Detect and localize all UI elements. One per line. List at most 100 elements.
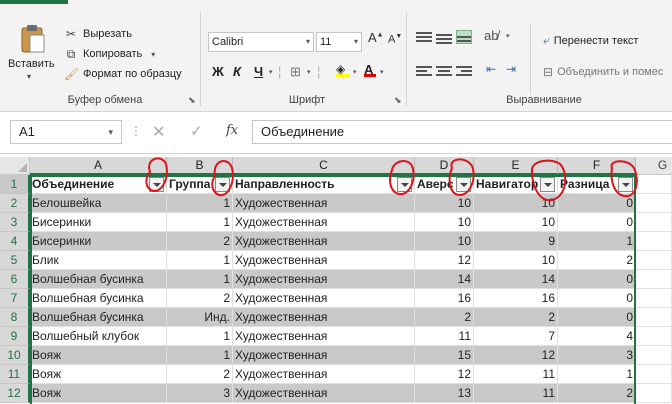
row-header-10[interactable]: 10 [0,346,30,365]
table-cell[interactable]: 1 [558,365,636,384]
table-cell[interactable]: Вояж [30,346,167,365]
table-cell[interactable]: 12 [415,251,474,270]
table-cell[interactable]: Художественная [233,251,415,270]
row-header-5[interactable]: 5 [0,251,30,270]
column-header-g[interactable]: G [636,157,672,175]
clipboard-launcher-icon[interactable]: ⬊ [188,95,196,106]
more-icon[interactable]: ⋮ [130,124,142,138]
align-bottom-icon[interactable] [456,30,472,44]
align-right-icon[interactable] [456,64,472,78]
table-cell[interactable]: 10 [474,194,558,213]
cell-g[interactable] [636,251,672,270]
table-cell[interactable]: 3 [167,384,233,403]
column-header-a[interactable]: A [30,157,167,175]
paste-button[interactable]: Вставить [8,58,55,70]
cell-g[interactable] [636,384,672,403]
orientation-dropdown-icon[interactable]: ▾ [506,32,510,40]
table-cell[interactable]: 1 [167,194,233,213]
table-cell[interactable]: Художественная [233,327,415,346]
table-cell[interactable]: 10 [415,194,474,213]
table-cell[interactable]: 1 [167,270,233,289]
copy-dropdown-icon[interactable]: ▾ [151,50,155,59]
table-cell[interactable]: Волшебный клубок [30,327,167,346]
column-header-f[interactable]: F [558,157,636,175]
cell-g1[interactable] [636,175,672,194]
align-middle-icon[interactable] [436,30,452,44]
table-cell[interactable]: Художественная [233,270,415,289]
table-cell[interactable]: Художественная [233,213,415,232]
format-painter-button[interactable]: 🖌 Формат по образцу [64,67,182,81]
table-cell[interactable]: Художественная [233,384,415,403]
header-cell-a[interactable]: Объединение [30,175,167,194]
table-cell[interactable]: 0 [558,308,636,327]
table-cell[interactable]: 11 [474,384,558,403]
row-header-8[interactable]: 8 [0,308,30,327]
table-cell[interactable]: Художественная [233,289,415,308]
table-cell[interactable]: 14 [474,270,558,289]
chevron-down-icon[interactable]: ▾ [108,121,113,143]
decrease-indent-icon[interactable]: ⇤ [486,62,496,76]
column-header-c[interactable]: C [233,157,415,175]
table-cell[interactable]: 1 [167,346,233,365]
italic-button[interactable]: К [233,64,241,79]
font-name-select[interactable]: Calibri ▾ [208,32,314,52]
enter-icon[interactable]: ✓ [190,122,203,140]
row-header-12[interactable]: 12 [0,384,30,403]
orientation-icon[interactable]: ab̸ [484,28,498,43]
table-cell[interactable]: 7 [474,327,558,346]
table-cell[interactable]: Художественная [233,308,415,327]
table-cell[interactable]: 0 [558,270,636,289]
select-all-corner[interactable] [0,157,30,175]
wrap-text-button[interactable]: ⤶ Перенести текст [543,33,638,48]
cell-g[interactable] [636,194,672,213]
table-cell[interactable]: 2 [415,308,474,327]
cell-g[interactable] [636,346,672,365]
table-cell[interactable]: 0 [558,194,636,213]
row-header-7[interactable]: 7 [0,289,30,308]
table-cell[interactable]: Художественная [233,365,415,384]
copy-button[interactable]: ⧉ Копировать ▾ [64,47,156,61]
table-cell[interactable]: 2 [474,308,558,327]
font-color-dropdown-icon[interactable]: ▾ [380,68,384,76]
table-cell[interactable]: 9 [474,232,558,251]
table-cell[interactable]: Волшебная бусинка [30,308,167,327]
table-cell[interactable]: 16 [474,289,558,308]
table-cell[interactable]: 11 [474,365,558,384]
table-cell[interactable]: 1 [558,232,636,251]
increase-indent-icon[interactable]: ⇥ [506,62,516,76]
name-box[interactable]: A1 ▾ [10,120,122,144]
column-header-d[interactable]: D [415,157,474,175]
table-cell[interactable]: Волшебная бусинка [30,289,167,308]
cell-g[interactable] [636,289,672,308]
row-header-2[interactable]: 2 [0,194,30,213]
cancel-icon[interactable]: ✕ [152,122,165,142]
row-header-1[interactable]: 1 [0,175,30,194]
fill-color-icon[interactable]: ◈ [336,62,350,77]
table-cell[interactable]: 14 [415,270,474,289]
table-cell[interactable]: 10 [415,232,474,251]
font-color-icon[interactable]: A [364,62,376,77]
table-cell[interactable]: 15 [415,346,474,365]
filter-dropdown-button[interactable] [618,177,633,192]
table-cell[interactable]: 2 [558,384,636,403]
table-cell[interactable]: 1 [167,213,233,232]
paste-icon[interactable] [20,24,46,54]
font-launcher-icon[interactable]: ⬊ [394,95,402,106]
table-cell[interactable]: Блик [30,251,167,270]
table-cell[interactable]: 16 [415,289,474,308]
align-top-icon[interactable] [416,30,432,44]
table-cell[interactable]: 10 [474,251,558,270]
insert-function-icon[interactable]: fx [226,123,238,138]
table-cell[interactable]: 1 [167,251,233,270]
filter-dropdown-button[interactable] [397,177,412,192]
filter-dropdown-button[interactable] [540,177,555,192]
increase-font-icon[interactable]: A▲ [368,30,384,45]
cell-g[interactable] [636,308,672,327]
row-header-11[interactable]: 11 [0,365,30,384]
row-header-3[interactable]: 3 [0,213,30,232]
column-header-e[interactable]: E [474,157,558,175]
row-header-6[interactable]: 6 [0,270,30,289]
header-cell-c[interactable]: Направленность [233,175,415,194]
row-header-9[interactable]: 9 [0,327,30,346]
table-cell[interactable]: 10 [474,213,558,232]
